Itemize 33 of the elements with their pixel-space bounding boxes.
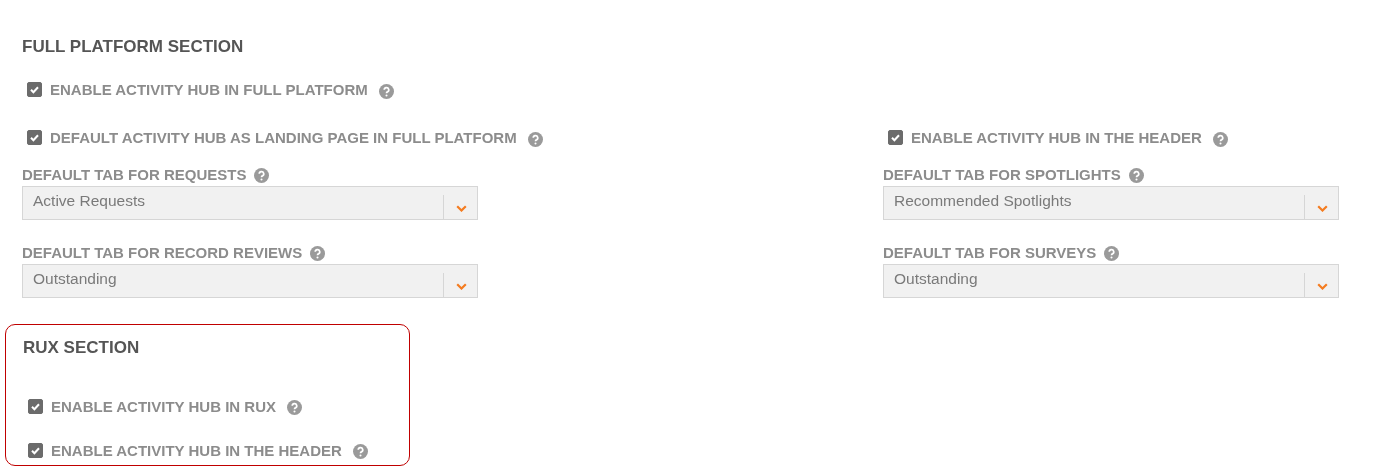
dropdown[interactable]: Outstanding <box>883 264 1339 298</box>
checkbox-label: ENABLE ACTIVITY HUB IN RUX <box>51 397 276 415</box>
help-icon[interactable] <box>1128 168 1144 183</box>
chevron-down-icon <box>1317 204 1328 212</box>
section-title: FULL PLATFORM SECTION <box>22 36 245 58</box>
checkbox-label: ENABLE ACTIVITY HUB IN THE HEADER <box>51 441 342 459</box>
checkbox-label: ENABLE ACTIVITY HUB IN FULL PLATFORM <box>50 81 368 98</box>
chevron-down-icon <box>1317 282 1328 290</box>
checkbox[interactable] <box>27 130 42 145</box>
checkbox[interactable] <box>28 398 43 414</box>
field-label: DEFAULT TAB FOR SPOTLIGHTS <box>883 165 1121 183</box>
help-icon[interactable] <box>254 168 270 183</box>
help-icon[interactable] <box>527 131 543 147</box>
help-icon[interactable] <box>1104 246 1120 261</box>
chevron-down-icon <box>456 282 467 290</box>
section-title: RUX SECTION <box>23 337 141 359</box>
checkbox-label: DEFAULT ACTIVITY HUB AS LANDING PAGE IN FULL PLATFORM <box>50 129 517 146</box>
dropdown[interactable]: Outstanding <box>22 264 478 298</box>
dropdown[interactable]: Active Requests <box>22 186 478 220</box>
help-icon[interactable] <box>352 444 368 459</box>
help-icon[interactable] <box>310 246 326 261</box>
chevron-down-icon <box>456 204 467 212</box>
checkbox[interactable] <box>28 442 43 458</box>
help-icon[interactable] <box>287 400 302 415</box>
checkbox[interactable] <box>27 82 42 97</box>
dropdown[interactable]: Recommended Spotlights <box>883 186 1339 220</box>
field-label: DEFAULT TAB FOR REQUESTS <box>22 165 247 183</box>
field-label: DEFAULT TAB FOR SURVEYS <box>883 243 1097 261</box>
checkbox-label: ENABLE ACTIVITY HUB IN THE HEADER <box>911 129 1202 146</box>
help-icon[interactable] <box>1212 131 1228 147</box>
checkbox[interactable] <box>888 130 903 145</box>
help-icon[interactable] <box>378 83 394 99</box>
field-label: DEFAULT TAB FOR RECORD REVIEWS <box>22 243 303 261</box>
